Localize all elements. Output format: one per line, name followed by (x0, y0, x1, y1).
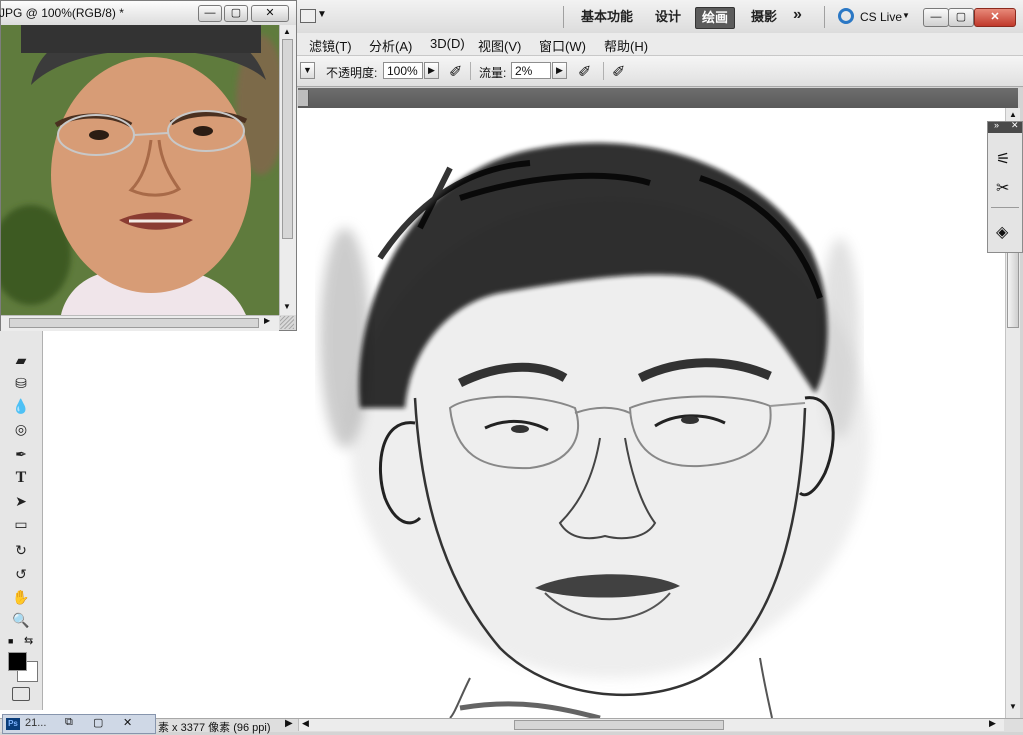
photo-close-button[interactable]: ✕ (251, 5, 289, 22)
scroll-thumb[interactable] (9, 318, 259, 328)
photo-maximize-button[interactable]: ▢ (224, 5, 248, 22)
screen-mode-icon[interactable] (300, 9, 316, 23)
zoom-icon[interactable]: 🔍 (8, 610, 34, 630)
photo-window-title: JPG @ 100%(RGB/8) * (0, 6, 124, 20)
toolbox: ▰ ⛁ 💧 ◎ ✒ T ➤ ▭ ↻ ↺ ✋ 🔍 ■ ⇆ (0, 330, 43, 710)
3d-orbit-icon[interactable]: ↺ (8, 564, 34, 584)
eraser-icon[interactable]: ▰ (8, 350, 34, 370)
cs-live-button[interactable]: CS Live (860, 10, 902, 24)
scroll-thumb[interactable] (514, 720, 724, 730)
flow-input[interactable]: 2% (511, 62, 551, 79)
hand-icon[interactable]: ✋ (8, 587, 34, 607)
mode-dropdown-button[interactable]: ▼ (300, 62, 315, 79)
reference-photo-window[interactable]: JPG @ 100%(RGB/8) * — ▢ ✕ ▲ ▼ ▶ (0, 0, 297, 331)
more-workspaces-button[interactable]: » (793, 5, 802, 25)
photo-vertical-scrollbar[interactable]: ▲ ▼ (279, 25, 296, 315)
document-tab-strip (298, 88, 1018, 108)
workspace-design[interactable]: 设计 (655, 7, 681, 27)
maximize-icon[interactable]: ▢ (93, 716, 103, 729)
flow-label: 流量: (479, 66, 507, 80)
photoshop-icon: Ps (6, 718, 20, 730)
opacity-slider-button[interactable]: ▶ (424, 62, 439, 79)
adjustments-icon[interactable]: ⚟ (996, 149, 1010, 169)
divider (563, 6, 564, 28)
document-info[interactable]: 素 x 3377 像素 (96 ppi) (158, 719, 271, 735)
scroll-up-arrow[interactable]: ▲ (283, 27, 291, 36)
scroll-down-arrow[interactable]: ▼ (1007, 702, 1019, 714)
tools-presets-icon[interactable]: ✂ (996, 178, 1009, 198)
resize-grip-icon[interactable] (280, 316, 294, 329)
portrait-photo (1, 25, 279, 315)
opacity-input[interactable]: 100% (383, 62, 423, 79)
restore-icon[interactable]: ⧉ (65, 716, 73, 729)
blur-drop-icon[interactable]: 💧 (8, 396, 34, 416)
workspace-photography[interactable]: 摄影 (751, 7, 777, 27)
scroll-right-arrow[interactable]: ▶ (264, 316, 270, 325)
menu-window[interactable]: 窗口(W) (539, 36, 586, 55)
cs-live-icon[interactable] (838, 8, 854, 24)
minimize-button[interactable]: — (923, 8, 949, 27)
chevron-down-icon[interactable]: ▼ (902, 11, 910, 20)
opacity-label: 不透明度: (326, 66, 378, 80)
menu-view[interactable]: 视图(V) (478, 36, 521, 55)
photo-minimize-button[interactable]: — (198, 5, 222, 22)
scroll-right-arrow[interactable]: ▶ (989, 718, 996, 729)
pen-icon[interactable]: ✒ (8, 444, 34, 464)
panel-dock: » ✕ ⚟ ✂ ◈ (987, 120, 1023, 253)
type-icon[interactable]: T (8, 468, 34, 488)
layers-icon[interactable]: ◈ (996, 222, 1008, 242)
menu-3d[interactable]: 3D(D) (430, 36, 465, 51)
chevron-down-icon[interactable]: ▼ (317, 9, 327, 20)
photo-horizontal-scrollbar[interactable]: ▶ (1, 315, 279, 331)
paint-bucket-icon[interactable]: ⛁ (8, 373, 34, 393)
workspace-painting[interactable]: 绘画 (695, 7, 736, 29)
status-bar: Ps 21... ⧉ ▢ ✕ 素 x 3377 像素 (96 ppi) ▶ ◀ … (0, 714, 1023, 735)
sponge-icon[interactable]: ◎ (8, 419, 34, 439)
close-icon[interactable]: ✕ (123, 716, 132, 729)
divider (603, 62, 604, 80)
swap-colors-icon[interactable]: ⇆ (24, 634, 33, 647)
maximize-button[interactable]: ▢ (948, 8, 974, 27)
tablet-size-pressure-icon[interactable]: ✐ (612, 62, 625, 82)
flow-slider-button[interactable]: ▶ (552, 62, 567, 79)
divider (470, 62, 471, 80)
scroll-left-arrow[interactable]: ◀ (302, 718, 309, 729)
photo-window-titlebar[interactable]: JPG @ 100%(RGB/8) * — ▢ ✕ (0, 1, 296, 26)
close-button[interactable]: ✕ (974, 8, 1016, 27)
scroll-down-arrow[interactable]: ▼ (283, 302, 291, 311)
default-colors-icon[interactable]: ■ (8, 636, 13, 646)
airbrush-icon[interactable]: ✐ (578, 62, 591, 82)
divider (824, 6, 825, 28)
divider (991, 207, 1019, 208)
horizontal-scrollbar[interactable]: ◀ ▶ (298, 718, 1004, 731)
expand-panels-icon[interactable]: » (994, 120, 999, 130)
airbrush-pressure-icon[interactable]: ✐ (449, 62, 462, 82)
minimized-document-title: 21... (25, 717, 47, 729)
menu-filter[interactable]: 滤镜(T) (309, 36, 352, 55)
foreground-color-swatch[interactable] (8, 652, 27, 671)
close-icon[interactable]: ✕ (1011, 120, 1019, 131)
workspace-essentials[interactable]: 基本功能 (581, 7, 633, 27)
rectangle-shape-icon[interactable]: ▭ (8, 514, 34, 534)
scroll-thumb[interactable] (282, 39, 293, 239)
path-select-icon[interactable]: ➤ (8, 491, 34, 511)
status-menu-arrow[interactable]: ▶ (285, 718, 293, 729)
document-tab[interactable] (298, 90, 309, 106)
menu-analysis[interactable]: 分析(A) (369, 36, 412, 55)
dock-header[interactable]: » ✕ (988, 120, 1022, 133)
menu-help[interactable]: 帮助(H) (604, 36, 648, 55)
minimized-document-tab[interactable]: Ps 21... ⧉ ▢ ✕ (2, 714, 156, 734)
3d-rotate-icon[interactable]: ↻ (8, 540, 34, 560)
quick-mask-icon[interactable] (12, 687, 30, 701)
